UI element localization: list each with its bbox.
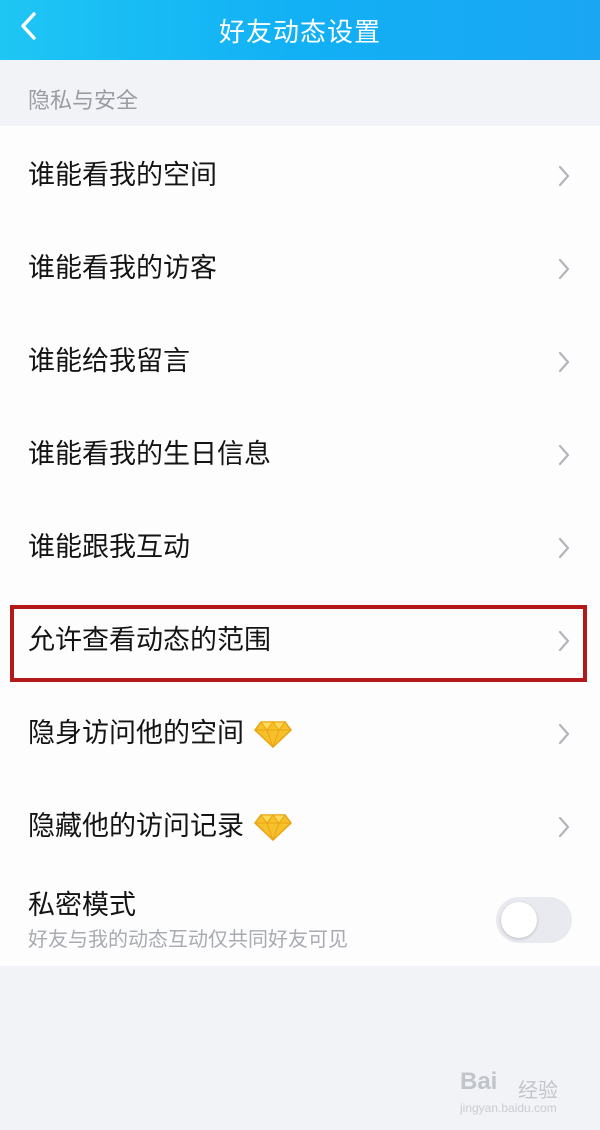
list-item-label: 谁能给我留言	[28, 345, 190, 377]
list-item-label: 隐身访问他的空间	[28, 718, 292, 750]
title-bar: 好友动态设置	[0, 0, 600, 60]
chevron-right-icon	[558, 537, 570, 558]
chevron-right-icon	[558, 816, 570, 837]
section-title: 隐私与安全	[28, 89, 139, 114]
list-item-label: 谁能跟我互动	[28, 531, 190, 563]
diamond-vip-icon	[254, 720, 292, 748]
list-item-label: 谁能看我的生日信息	[28, 438, 271, 470]
chevron-right-icon	[558, 258, 570, 279]
private-mode-toggle[interactable]	[496, 897, 572, 943]
settings-list: 谁能看我的空间 谁能看我的访客 谁能给我留言 谁能看我的生日信息 谁能跟我互动 …	[0, 126, 600, 966]
list-item-label: 隐藏他的访问记录	[28, 811, 292, 843]
private-mode-title: 私密模式	[28, 890, 136, 921]
list-item-who-can-view-space[interactable]: 谁能看我的空间	[0, 129, 600, 222]
watermark-logo: Bai	[460, 1068, 498, 1095]
chevron-right-icon	[558, 165, 570, 186]
chevron-right-icon	[558, 444, 570, 465]
list-item-label: 谁能看我的空间	[28, 159, 217, 191]
private-mode-subtitle: 好友与我的动态互动仅共同好友可见	[28, 927, 348, 951]
chevron-right-icon	[558, 723, 570, 744]
back-button[interactable]	[6, 4, 50, 48]
chevron-right-icon	[558, 351, 570, 372]
chevron-left-icon	[21, 12, 36, 40]
watermark-text: 经验	[518, 1078, 558, 1102]
watermark-url: jingyan.baidu.com	[460, 1101, 557, 1115]
highlight-box	[10, 605, 587, 682]
list-item-who-can-interact[interactable]: 谁能跟我互动	[0, 501, 600, 594]
list-item-who-can-view-visitors[interactable]: 谁能看我的访客	[0, 222, 600, 315]
page-title: 好友动态设置	[218, 17, 381, 48]
list-item-label: 谁能看我的访客	[28, 252, 217, 284]
section-header: 隐私与安全	[0, 60, 600, 126]
toggle-knob	[501, 902, 537, 938]
diamond-vip-icon	[254, 813, 292, 841]
watermark: Bai 经验 jingyan.baidu.com	[456, 1068, 574, 1120]
list-item-who-can-leave-message[interactable]: 谁能给我留言	[0, 315, 600, 408]
list-item-invisible-visit[interactable]: 隐身访问他的空间	[0, 687, 600, 780]
list-item-who-can-view-birthday[interactable]: 谁能看我的生日信息	[0, 408, 600, 501]
list-item-private-mode: 私密模式 好友与我的动态互动仅共同好友可见	[0, 884, 600, 966]
list-item-hide-visit-record[interactable]: 隐藏他的访问记录	[0, 780, 600, 873]
